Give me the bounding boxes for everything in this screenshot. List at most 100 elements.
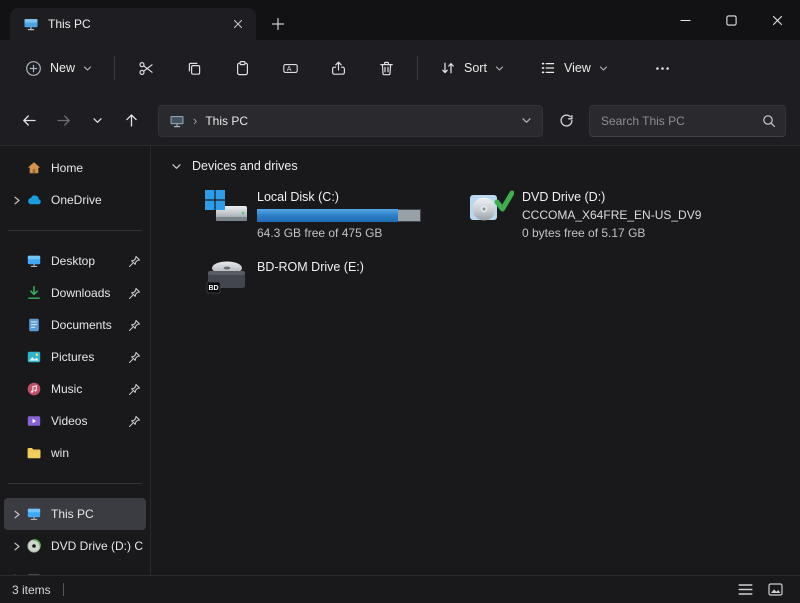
toolbar-divider [114,56,115,80]
drive-dvd-d[interactable]: DVD Drive (D:) CCCOMA_X64FRE_EN-US_DV9 0… [468,188,733,240]
sidebar-item-win[interactable]: win [4,437,146,469]
this-pc-icon [26,506,42,522]
sidebar-item-label: Videos [51,414,126,428]
this-pc-icon [169,113,185,129]
status-bar: 3 items [0,575,800,603]
drive-info: BD-ROM Drive (E:) [257,256,364,275]
paste-button[interactable] [222,50,262,86]
plus-icon [271,17,285,31]
refresh-button[interactable] [551,106,581,136]
minimize-button[interactable] [662,0,708,40]
command-toolbar: New A Sort View [0,40,800,96]
sidebar-divider [8,230,142,231]
chevron-slot[interactable] [6,541,26,552]
sort-button[interactable]: Sort [429,51,515,85]
large-icons-view-button[interactable] [762,579,788,601]
cut-button[interactable] [126,50,166,86]
drive-info: Local Disk (C:) 64.3 GB free of 475 GB [257,188,421,240]
pin-icon [126,383,142,396]
pin-icon [126,255,142,268]
breadcrumb-location[interactable]: This PC [205,114,248,128]
cut-icon [138,60,155,77]
tab-this-pc[interactable]: This PC [10,8,256,40]
sidebar-item-label: This PC [51,507,144,521]
sidebar-item-home[interactable]: Home [4,152,146,184]
address-dropdown-icon[interactable] [521,115,532,126]
chevron-down-icon [599,64,608,73]
capacity-bar [257,209,421,222]
view-button[interactable]: View [529,51,619,85]
chevron-right-icon [11,541,22,552]
drive-bdrom-e[interactable]: BD BD-ROM Drive (E:) [203,256,468,300]
onedrive-icon [26,192,42,208]
sidebar-item-dvd-drive[interactable]: DVD Drive (D:) C [4,530,146,562]
dvd-disc-icon [26,538,42,554]
chevron-slot[interactable] [6,509,26,520]
chevron-down-icon [92,115,103,126]
maximize-button[interactable] [708,0,754,40]
bdrom-drive-icon: BD [203,256,249,300]
sidebar-item-downloads[interactable]: Downloads [4,277,146,309]
forward-button[interactable] [48,106,78,136]
sidebar-item-label: Downloads [51,286,126,300]
home-icon [26,160,42,176]
recent-locations-button[interactable] [82,106,112,136]
music-icon [26,381,42,397]
window-controls [662,0,800,40]
more-options-button[interactable] [645,50,681,86]
sidebar-item-documents[interactable]: Documents [4,309,146,341]
collapse-section-icon[interactable] [171,161,182,172]
drive-local-disk-c[interactable]: Local Disk (C:) 64.3 GB free of 475 GB [203,188,468,240]
sidebar-item-label: Documents [51,318,126,332]
share-button[interactable] [318,50,358,86]
close-button[interactable] [754,0,800,40]
sidebar-divider [8,483,142,484]
section-title: Devices and drives [192,159,298,173]
capacity-fill [257,209,398,222]
explorer-body: Home OneDrive Desktop Downloads [0,146,800,575]
drive-capacity-text: 64.3 GB free of 475 GB [257,226,421,240]
pin-icon [126,287,142,300]
navigation-bar: › This PC [0,96,800,146]
sidebar-item-label: OneDrive [51,193,144,207]
address-bar[interactable]: › This PC [158,105,543,137]
sidebar-item-pictures[interactable]: Pictures [4,341,146,373]
sidebar-item-this-pc[interactable]: This PC [4,498,146,530]
dvd-drive-icon [468,188,514,232]
sidebar-item-videos[interactable]: Videos [4,405,146,437]
pictures-icon [26,349,42,365]
sidebar-item-music[interactable]: Music [4,373,146,405]
up-button[interactable] [116,106,146,136]
sidebar-item-label: win [51,446,144,460]
arrow-right-icon [55,112,72,129]
sidebar-item-partial[interactable] [4,562,146,575]
back-button[interactable] [14,106,44,136]
sidebar-item-desktop[interactable]: Desktop [4,245,146,277]
sidebar-item-onedrive[interactable]: OneDrive [4,184,146,216]
svg-text:A: A [286,65,291,72]
new-button[interactable]: New [14,51,103,86]
status-divider [63,583,64,596]
drive-info: DVD Drive (D:) CCCOMA_X64FRE_EN-US_DV9 0… [522,188,701,240]
copy-button[interactable] [174,50,214,86]
rename-icon: A [282,60,299,77]
arrow-up-icon [123,112,140,129]
view-button-label: View [564,61,591,75]
breadcrumb-separator: › [193,113,197,128]
search-box[interactable] [589,105,786,137]
view-icon [540,60,556,76]
search-input[interactable] [601,114,756,128]
close-icon [772,15,783,26]
copy-icon [186,60,203,77]
tab-close-button[interactable] [226,12,250,36]
sidebar-item-label: DVD Drive (D:) C [51,539,144,553]
documents-icon [26,317,42,333]
volume-label: CCCOMA_X64FRE_EN-US_DV9 [522,208,701,222]
refresh-icon [559,113,574,128]
rename-button[interactable]: A [270,50,310,86]
chevron-slot[interactable] [6,195,26,206]
details-view-button[interactable] [732,579,758,601]
delete-button[interactable] [366,50,406,86]
new-tab-button[interactable] [264,10,292,38]
new-plus-circle-icon [25,60,42,77]
